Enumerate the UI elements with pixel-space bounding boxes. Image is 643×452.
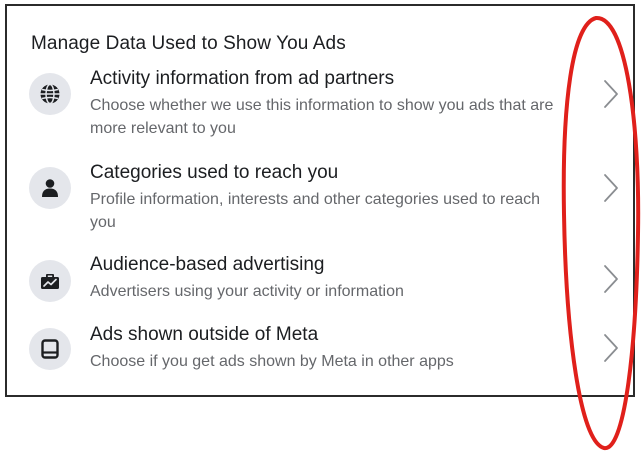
menu-item-description: Advertisers using your activity or infor… — [90, 283, 404, 300]
chevron-right-icon — [604, 80, 618, 108]
menu-item-ads-outside-meta[interactable]: Ads shown outside of Meta Choose if you … — [25, 324, 635, 382]
section-heading: Manage Data Used to Show You Ads — [31, 33, 346, 54]
menu-item-categories[interactable]: Categories used to reach you Profile inf… — [25, 158, 635, 238]
menu-item-activity-information[interactable]: Activity information from ad partners Ch… — [25, 64, 635, 144]
menu-item-title: Ads shown outside of Meta — [90, 324, 319, 345]
menu-item-description: Profile information, interests and other… — [90, 191, 541, 231]
chevron-right-icon — [604, 334, 618, 362]
screenshot-stage: Manage Data Used to Show You Ads Activit… — [0, 0, 643, 452]
person-icon — [29, 167, 71, 209]
globe-icon — [29, 73, 71, 115]
menu-item-title: Categories used to reach you — [90, 162, 339, 183]
chevron-right-icon — [604, 174, 618, 202]
chevron-right-icon — [604, 265, 618, 293]
menu-item-description: Choose if you get ads shown by Meta in o… — [90, 353, 454, 370]
menu-item-audience-based-advertising[interactable]: Audience-based advertising Advertisers u… — [25, 252, 635, 310]
menu-item-description: Choose whether we use this information t… — [90, 97, 554, 137]
menu-item-title: Audience-based advertising — [90, 254, 325, 275]
tablet-icon — [29, 328, 71, 370]
briefcase-chart-icon — [29, 260, 71, 302]
ad-data-settings-panel: Manage Data Used to Show You Ads Activit… — [5, 4, 635, 397]
menu-item-title: Activity information from ad partners — [90, 68, 395, 89]
